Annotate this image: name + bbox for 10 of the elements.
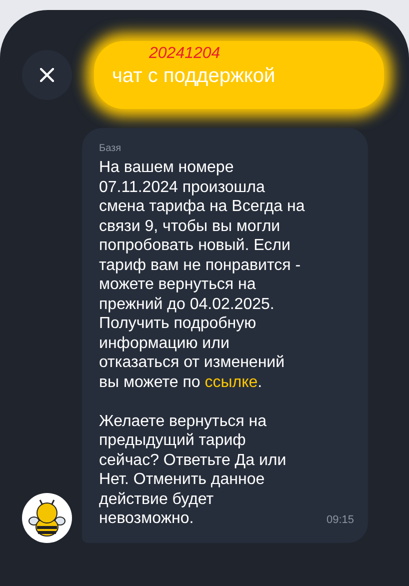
chat-title: чат с поддержкой xyxy=(112,64,276,89)
bee-icon xyxy=(28,498,66,536)
sender-name: Базя xyxy=(99,142,122,156)
message-text: Желаете вернуться на предыдущий тариф сейчас? Ответьте Да или Нет. Отменить данное действие будет невозможно. xyxy=(99,412,288,528)
message-time: 09:15 xyxy=(326,513,354,528)
close-button[interactable] xyxy=(22,50,72,100)
details-link[interactable]: ссылке xyxy=(204,374,258,390)
date-label: 20241204 xyxy=(149,45,220,63)
close-icon xyxy=(40,68,54,82)
message-text: На вашем номере 07.11.2024 произошла смена тарифа на Всегда на связи 9, чтобы вы могли попробовать новый. Если тариф вам не понравится - можете вернуться на прежний до 04.02.2025. Получить подробную информацию или отказаться от изменений вы можете по ссылке. xyxy=(99,158,306,392)
